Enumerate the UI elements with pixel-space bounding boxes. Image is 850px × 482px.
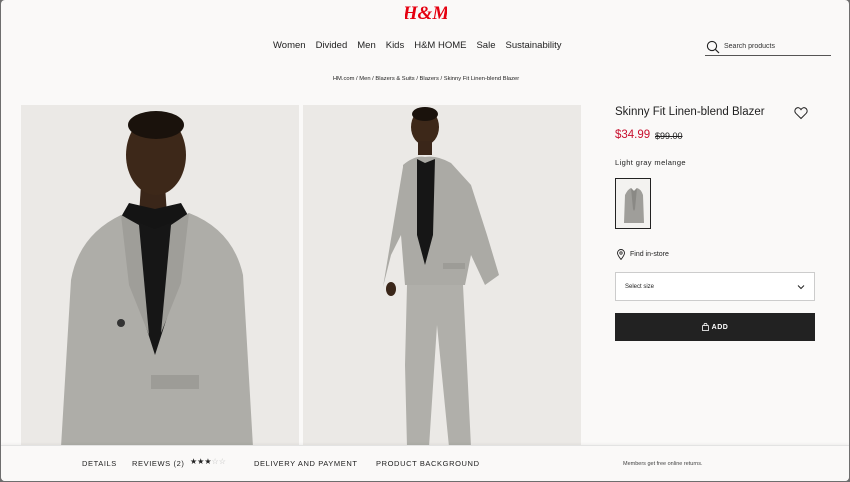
location-pin-icon: [617, 249, 625, 260]
product-image-closeup[interactable]: [21, 105, 299, 447]
color-swatch-light-gray[interactable]: [615, 178, 651, 229]
nav-sustainability[interactable]: Sustainability: [500, 40, 566, 51]
breadcrumb-current: Skinny Fit Linen-blend Blazer: [443, 76, 520, 82]
nav-divided[interactable]: Divided: [311, 40, 353, 51]
product-title: Skinny Fit Linen-blend Blazer: [615, 106, 765, 118]
color-name: Light gray melange: [615, 158, 686, 167]
breadcrumb-blazers[interactable]: Blazers: [420, 76, 439, 82]
nav-sale[interactable]: Sale: [471, 40, 500, 51]
find-in-store-link[interactable]: Find in-store: [617, 249, 669, 260]
returns-note: Members get free online returns.: [623, 461, 703, 467]
main-nav: Women Divided Men Kids H&M HOME Sale Sus…: [268, 40, 566, 51]
logo-text: H&M: [405, 3, 447, 24]
add-label: ADD: [711, 323, 729, 331]
size-select-label: Select size: [625, 283, 655, 290]
search-input[interactable]: [724, 43, 824, 50]
browser-window: H&M Women Divided Men Kids H&M HOME Sale…: [1, 0, 849, 481]
tab-details[interactable]: DETAILS: [82, 459, 117, 468]
model-full-illustration: [303, 105, 581, 447]
stars-filled: ★★★: [190, 457, 212, 466]
stars-empty: ☆☆: [211, 457, 226, 466]
size-select[interactable]: Select size: [615, 272, 815, 301]
find-in-store-label: Find in-store: [630, 251, 669, 258]
rating-stars: ★★★☆☆: [190, 457, 226, 466]
breadcrumb-blazers-suits[interactable]: Blazers & Suits: [375, 76, 414, 82]
tab-reviews[interactable]: REVIEWS (2): [132, 459, 184, 468]
nav-women[interactable]: Women: [268, 40, 311, 51]
favorite-heart-icon[interactable]: [794, 106, 808, 120]
breadcrumb-home[interactable]: HM.com: [333, 76, 355, 82]
product-info-tabs-bar: DETAILS REVIEWS (2) ★★★☆☆ DELIVERY AND P…: [1, 445, 849, 481]
swatch-blazer-thumbnail: [616, 179, 650, 228]
tab-product-background[interactable]: PRODUCT BACKGROUND: [376, 459, 480, 468]
add-to-bag-button[interactable]: ADD: [615, 313, 815, 341]
nav-kids[interactable]: Kids: [381, 40, 409, 51]
breadcrumb: HM.com / Men / Blazers & Suits / Blazers…: [332, 76, 520, 82]
tab-delivery-payment[interactable]: DELIVERY AND PAYMENT: [254, 459, 358, 468]
model-closeup-illustration: [21, 105, 299, 447]
nav-hm-home[interactable]: H&M HOME: [409, 40, 471, 51]
product-image-full[interactable]: [303, 105, 581, 447]
search-icon[interactable]: [706, 40, 720, 54]
search-box[interactable]: [705, 38, 831, 56]
product-price: $34.99: [615, 129, 651, 141]
shopping-bag-icon: [701, 323, 709, 331]
hm-logo[interactable]: H&M: [405, 2, 447, 24]
chevron-down-icon: [797, 284, 805, 289]
product-old-price: $99.00: [655, 131, 683, 141]
breadcrumb-men[interactable]: Men: [359, 76, 370, 82]
nav-men[interactable]: Men: [352, 40, 380, 51]
